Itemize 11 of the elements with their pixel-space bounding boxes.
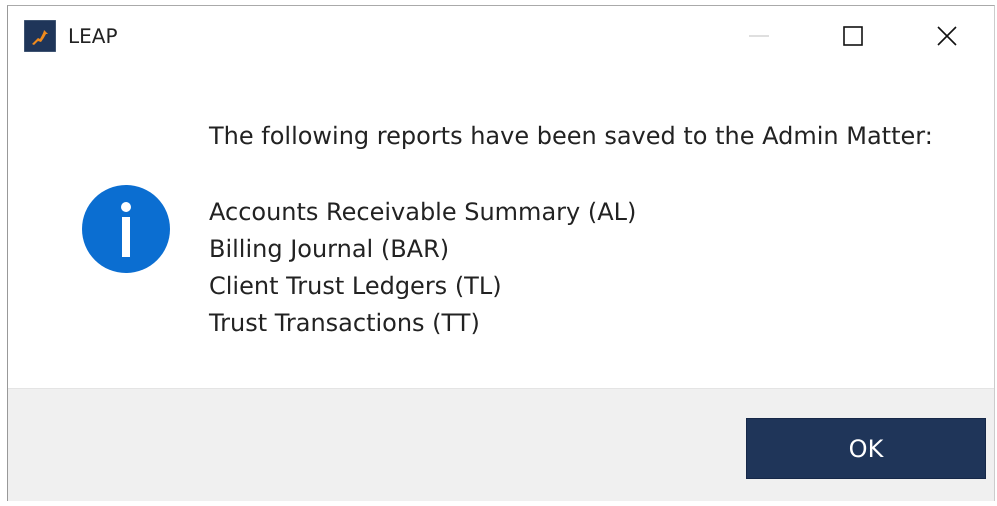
app-logo-icon <box>24 20 56 52</box>
report-name: Client Trust Ledgers (TL) <box>209 271 503 302</box>
maximize-icon[interactable] <box>843 26 863 46</box>
report-name: Trust Transactions (TT) <box>209 308 481 339</box>
message-text: The following reports have been saved to the Admin Matter: <box>209 121 933 152</box>
ok-button[interactable]: OK <box>746 418 986 479</box>
close-icon[interactable] <box>937 26 957 46</box>
info-icon <box>81 184 171 274</box>
report-name: Billing Journal (BAR) <box>209 234 450 265</box>
window-title: LEAP <box>68 24 118 48</box>
report-name: Accounts Receivable Summary (AL) <box>209 197 638 228</box>
